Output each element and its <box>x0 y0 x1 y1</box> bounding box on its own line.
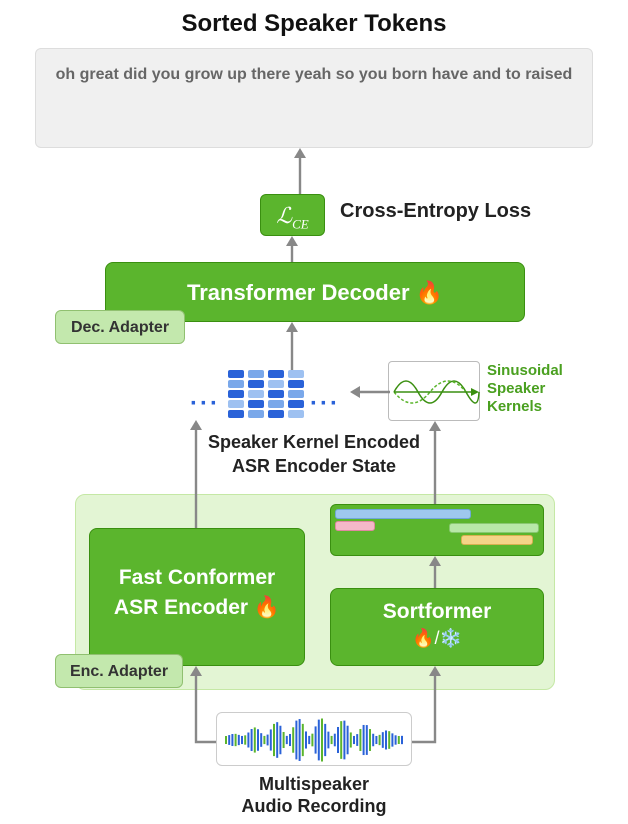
loss-subscript: CE <box>292 216 309 231</box>
sortformer-label: Sortformer <box>383 600 492 623</box>
cross-entropy-loss-label: Cross-Entropy Loss <box>340 200 531 223</box>
arrow-loss-to-output <box>290 148 310 194</box>
speaker-timeline-visualization <box>330 504 544 556</box>
audio-input-label: MultispeakerAudio Recording <box>0 773 628 817</box>
encoder-adapter-label: Enc. Adapter <box>55 654 183 688</box>
arrow-sortformer-to-timeline <box>425 556 445 588</box>
arrow-asrencoder-to-encoding <box>186 420 206 528</box>
sortformer-box: Sortformer 🔥/❄️ <box>330 588 544 666</box>
sinusoidal-kernel-visualization <box>388 361 480 421</box>
page-title: Sorted Speaker Tokens <box>0 10 628 38</box>
encoder-state-label: Speaker Kernel EncodedASR Encoder State <box>0 430 628 478</box>
audio-waveform-visualization <box>216 712 412 766</box>
arrow-encoding-to-decoder <box>282 322 302 370</box>
arrow-timeline-to-kernels <box>425 421 445 504</box>
sinusoidal-kernels-label: SinusoidalSpeakerKernels <box>487 362 563 416</box>
fast-conformer-asr-encoder-box: Fast ConformerASR Encoder 🔥 <box>89 528 305 666</box>
arrow-kernels-to-encoding <box>350 382 390 402</box>
loss-symbol: ℒ <box>276 203 292 228</box>
arrow-decoder-to-loss <box>282 236 302 262</box>
sorted-tokens-output: oh great did you grow up there yeah so y… <box>35 48 593 148</box>
decoder-adapter-label: Dec. Adapter <box>55 310 185 344</box>
encoder-state-visualization: ··· ··· <box>190 370 370 420</box>
sortformer-mode-icons: 🔥/❄️ <box>412 628 462 648</box>
cross-entropy-loss-box: ℒCE <box>260 194 325 236</box>
